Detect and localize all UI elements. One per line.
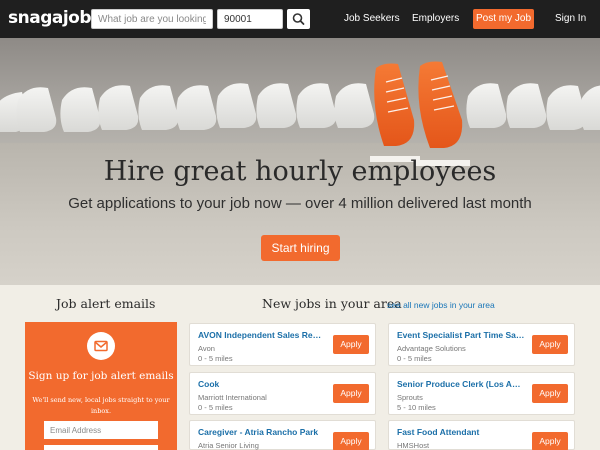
search-button[interactable]: [287, 9, 310, 29]
job-distance: 5 - 10 miles: [397, 403, 436, 412]
job-company: Sprouts: [397, 393, 423, 402]
apply-button[interactable]: Apply: [532, 335, 568, 354]
secondary-input[interactable]: [44, 445, 158, 450]
job-card[interactable]: Event Specialist Part Time Sal... Advant…: [388, 323, 575, 366]
alert-card-title: Sign up for job alert emails: [28, 370, 174, 382]
new-jobs-heading: New jobs in your area: [262, 296, 402, 311]
post-my-job-button[interactable]: Post my Job: [473, 9, 534, 29]
job-company: Marriott International: [198, 393, 267, 402]
alert-card-description: We'll send new, local jobs straight to y…: [32, 396, 170, 415]
hero-subtitle: Get applications to your job now — over …: [68, 195, 532, 212]
sign-in-link[interactable]: Sign In: [555, 13, 586, 24]
job-company: Advantage Solutions: [397, 344, 466, 353]
job-card[interactable]: Cook Marriott International 0 - 5 miles …: [189, 372, 376, 415]
mail-icon: [87, 332, 115, 360]
job-distance: 0 - 5 miles: [198, 403, 233, 412]
job-title[interactable]: Senior Produce Clerk (Los Ang...: [397, 379, 525, 389]
search-icon: [292, 13, 305, 25]
job-card[interactable]: AVON Independent Sales Repr... Avon 0 - …: [189, 323, 376, 366]
apply-button[interactable]: Apply: [333, 384, 369, 403]
email-address-input[interactable]: [44, 421, 158, 439]
job-alert-signup-card: Sign up for job alert emails We'll send …: [25, 322, 177, 450]
job-company: Atria Senior Living: [198, 441, 259, 450]
job-title[interactable]: Caregiver - Atria Rancho Park: [198, 427, 326, 437]
hero-title: Hire great hourly employees: [103, 156, 497, 187]
job-card[interactable]: Fast Food Attendant HMSHost Apply: [388, 420, 575, 450]
job-title[interactable]: AVON Independent Sales Repr...: [198, 330, 326, 340]
job-title[interactable]: Cook: [198, 379, 326, 389]
job-card[interactable]: Senior Produce Clerk (Los Ang... Sprouts…: [388, 372, 575, 415]
apply-button[interactable]: Apply: [333, 335, 369, 354]
job-search-input[interactable]: [91, 9, 213, 29]
location-input[interactable]: [217, 9, 283, 29]
start-hiring-button[interactable]: Start hiring: [261, 235, 340, 261]
nav-job-seekers-link[interactable]: Job Seekers: [344, 13, 400, 24]
top-navigation-bar: snagajob Job Seekers Employers Post my J…: [0, 0, 600, 38]
apply-button[interactable]: Apply: [532, 432, 568, 450]
job-distance: 0 - 5 miles: [397, 354, 432, 363]
nav-employers-link[interactable]: Employers: [412, 13, 459, 24]
see-all-jobs-link[interactable]: see all new jobs in your area: [387, 300, 495, 310]
snagajob-logo[interactable]: snagajob: [8, 8, 92, 28]
job-company: HMSHost: [397, 441, 430, 450]
job-title[interactable]: Event Specialist Part Time Sal...: [397, 330, 525, 340]
apply-button[interactable]: Apply: [532, 384, 568, 403]
apply-button[interactable]: Apply: [333, 432, 369, 450]
hero-banner: Hire great hourly employees Get applicat…: [0, 38, 600, 285]
job-alert-heading: Job alert emails: [56, 296, 156, 311]
job-company: Avon: [198, 344, 215, 353]
shoes-hero-image: [0, 61, 600, 166]
job-title[interactable]: Fast Food Attendant: [397, 427, 525, 437]
job-distance: 0 - 5 miles: [198, 354, 233, 363]
job-card[interactable]: Caregiver - Atria Rancho Park Atria Seni…: [189, 420, 376, 450]
